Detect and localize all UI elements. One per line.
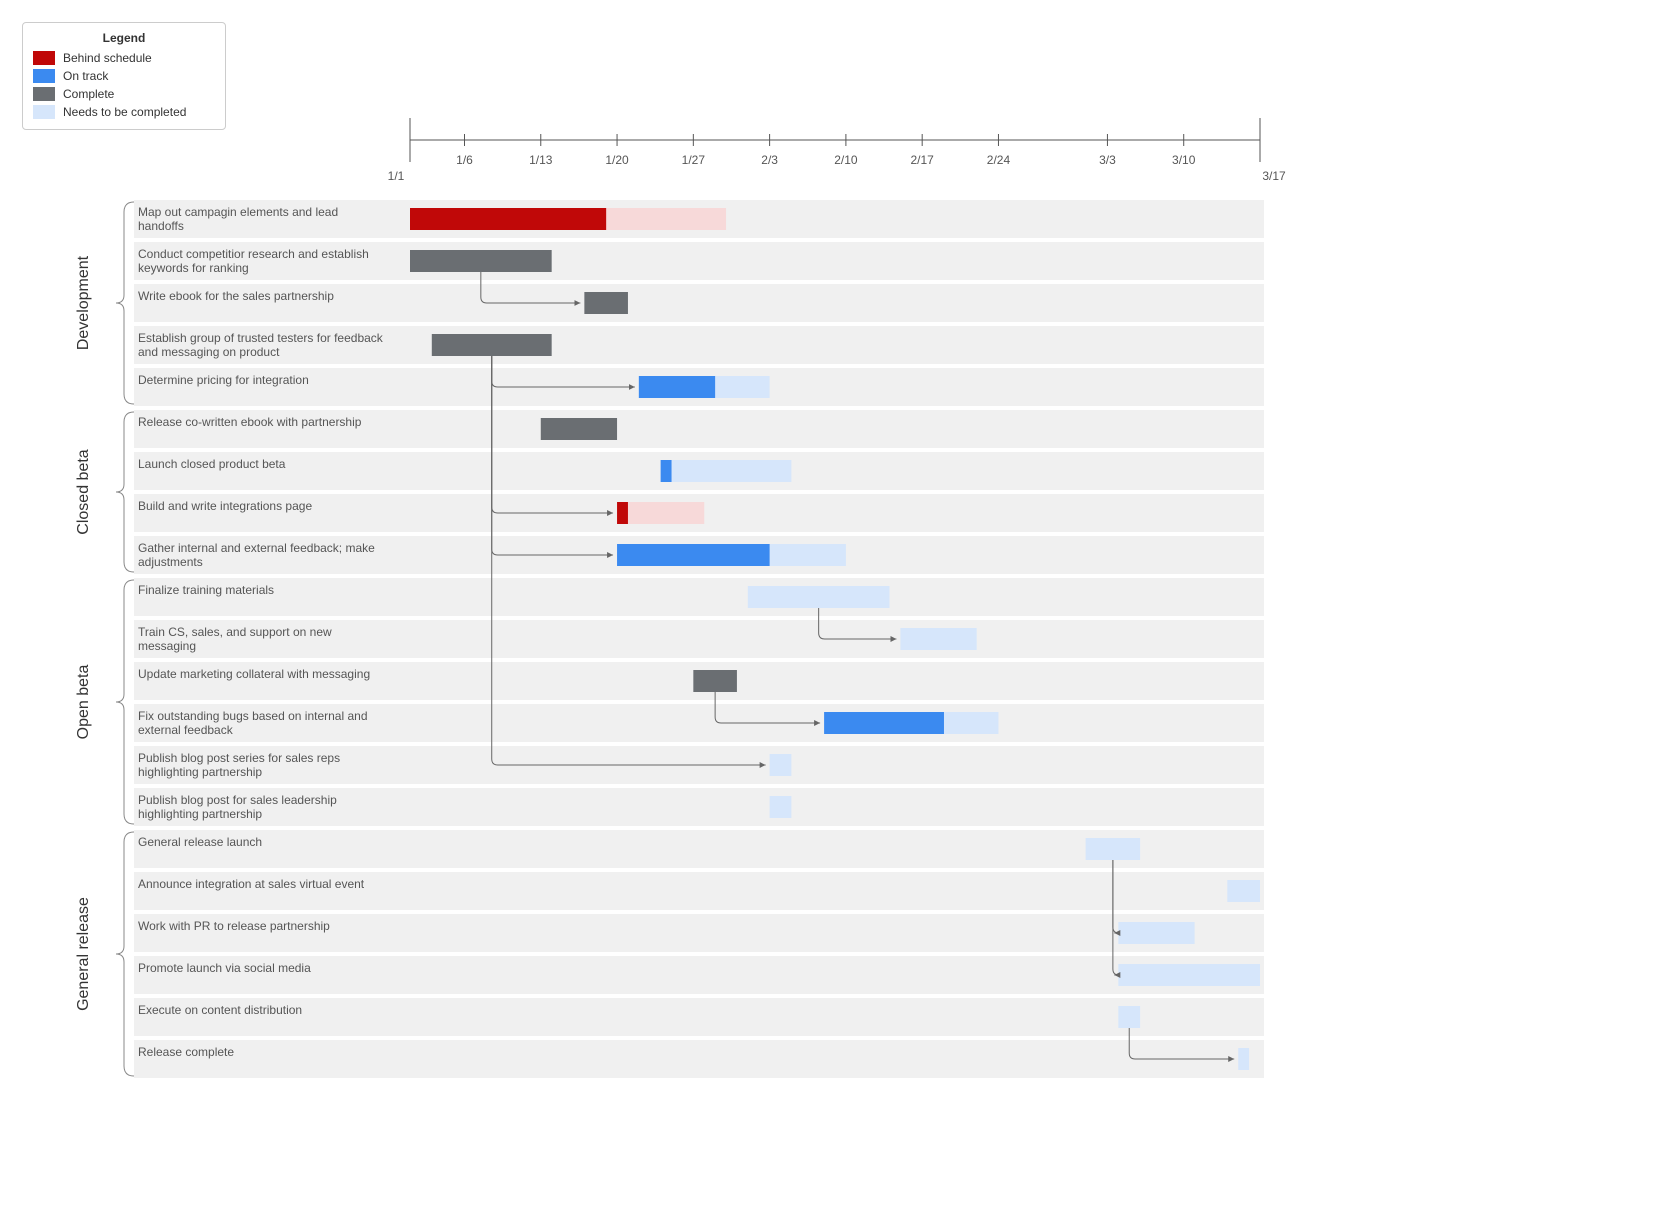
gantt-bar[interactable]	[1118, 922, 1194, 944]
gantt-bar-remaining[interactable]	[661, 460, 792, 482]
group-label: Closed beta	[75, 412, 93, 572]
task-label: Publish blog post series for sales reps …	[138, 751, 383, 779]
gantt-bar[interactable]	[541, 418, 617, 440]
gantt-bar[interactable]	[824, 712, 944, 734]
gantt-chart	[0, 0, 1676, 1207]
task-label: Map out campagin elements and lead hando…	[138, 205, 383, 233]
gantt-bar[interactable]	[900, 628, 976, 650]
task-label: Publish blog post for sales leadership h…	[138, 793, 383, 821]
task-label: Release co-written ebook with partnershi…	[138, 415, 383, 429]
task-label: Update marketing collateral with messagi…	[138, 667, 383, 681]
task-label: Train CS, sales, and support on new mess…	[138, 625, 383, 653]
gantt-bar[interactable]	[617, 502, 628, 524]
group-label: General release	[75, 832, 93, 1076]
task-label: Promote launch via social media	[138, 961, 383, 975]
gantt-bar[interactable]	[770, 754, 792, 776]
gantt-bar[interactable]	[1086, 838, 1140, 860]
gantt-bar[interactable]	[410, 250, 552, 272]
task-label: Establish group of trusted testers for f…	[138, 331, 383, 359]
task-label: Write ebook for the sales partnership	[138, 289, 383, 303]
gantt-bar[interactable]	[584, 292, 628, 314]
gantt-bar[interactable]	[1227, 880, 1260, 902]
gantt-bar-remaining[interactable]	[617, 502, 704, 524]
task-label: Work with PR to release partnership	[138, 919, 383, 933]
task-label: Build and write integrations page	[138, 499, 383, 513]
gantt-bar[interactable]	[693, 670, 737, 692]
task-label: Gather internal and external feedback; m…	[138, 541, 383, 569]
task-label: Conduct competitior research and establi…	[138, 247, 383, 275]
group-label: Development	[75, 202, 93, 404]
gantt-bar[interactable]	[432, 334, 552, 356]
task-label: General release launch	[138, 835, 383, 849]
task-label: Release complete	[138, 1045, 383, 1059]
gantt-bar[interactable]	[748, 586, 890, 608]
gantt-bar[interactable]	[1238, 1048, 1249, 1070]
task-label: Launch closed product beta	[138, 457, 383, 471]
group-label: Open beta	[75, 580, 93, 824]
gantt-bar[interactable]	[661, 460, 672, 482]
gantt-bar[interactable]	[1118, 964, 1260, 986]
gantt-bar[interactable]	[770, 796, 792, 818]
task-label: Finalize training materials	[138, 583, 383, 597]
task-label: Announce integration at sales virtual ev…	[138, 877, 383, 891]
gantt-bar[interactable]	[1118, 1006, 1140, 1028]
task-label: Determine pricing for integration	[138, 373, 383, 387]
gantt-bar[interactable]	[639, 376, 715, 398]
task-label: Fix outstanding bugs based on internal a…	[138, 709, 383, 737]
gantt-bar[interactable]	[617, 544, 770, 566]
task-label: Execute on content distribution	[138, 1003, 383, 1017]
gantt-bar[interactable]	[410, 208, 606, 230]
